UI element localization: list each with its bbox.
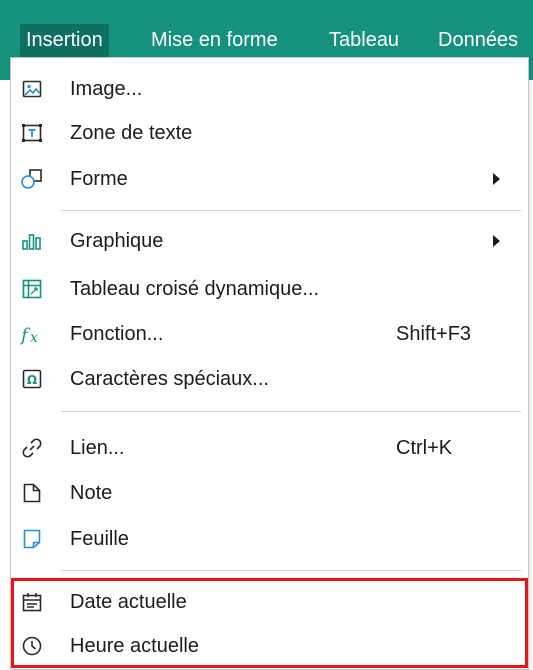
clock-icon xyxy=(20,634,44,658)
menu-separator xyxy=(61,411,521,412)
menu-item-text-box[interactable]: Zone de texte xyxy=(11,110,528,156)
menu-item-current-time[interactable]: Heure actuelle xyxy=(11,623,528,669)
menu-separator xyxy=(61,210,521,211)
menu-item-label: Tableau croisé dynamique... xyxy=(70,278,320,300)
omega-icon: Ω xyxy=(20,367,44,391)
menu-tableau[interactable]: Tableau xyxy=(329,24,399,57)
menu-item-note[interactable]: Note xyxy=(11,470,528,516)
menu-item-label: Heure actuelle xyxy=(70,635,199,657)
shape-icon xyxy=(20,167,44,191)
link-icon xyxy=(20,436,44,460)
menu-item-pivot-table[interactable]: Tableau croisé dynamique... xyxy=(11,266,528,312)
menu-insertion[interactable]: Insertion xyxy=(20,24,109,57)
insertion-dropdown-menu: Image... Zone de texte Forme Graphique T… xyxy=(10,57,529,670)
menu-item-current-date[interactable]: Date actuelle xyxy=(11,579,528,625)
menu-item-image[interactable]: Image... xyxy=(11,66,528,112)
function-icon: f x xyxy=(20,322,44,346)
menu-item-chart[interactable]: Graphique xyxy=(11,218,528,264)
menu-item-sheet[interactable]: Feuille xyxy=(11,516,528,562)
menu-item-label: Image... xyxy=(70,78,143,100)
image-icon xyxy=(20,77,44,101)
sheet-icon xyxy=(20,527,44,551)
menu-item-label: Forme xyxy=(70,168,128,190)
menu-separator xyxy=(61,570,521,571)
submenu-arrow-icon xyxy=(493,235,500,247)
submenu-arrow-icon xyxy=(493,173,500,185)
menu-item-label: Date actuelle xyxy=(70,591,187,613)
menu-item-special-characters[interactable]: Ω Caractères spéciaux... xyxy=(11,356,528,402)
menu-item-function[interactable]: f x Fonction... Shift+F3 xyxy=(11,311,528,357)
note-icon xyxy=(20,481,44,505)
menu-item-shortcut: Ctrl+K xyxy=(396,437,453,459)
menu-item-label: Fonction... xyxy=(70,323,164,345)
chart-icon xyxy=(20,229,44,253)
menu-item-label: Caractères spéciaux... xyxy=(70,368,269,390)
menu-item-label: Lien... xyxy=(70,437,125,459)
text-box-icon xyxy=(20,121,44,145)
pivot-table-icon xyxy=(20,277,44,301)
svg-text:x: x xyxy=(30,330,38,346)
menu-item-label: Graphique xyxy=(70,230,164,252)
menu-item-link[interactable]: Lien... Ctrl+K xyxy=(11,425,528,471)
menu-item-label: Zone de texte xyxy=(70,122,193,144)
menu-item-label: Feuille xyxy=(70,528,129,550)
menu-item-label: Note xyxy=(70,482,113,504)
calendar-icon xyxy=(20,590,44,614)
menu-donnees[interactable]: Données xyxy=(438,24,518,57)
menu-item-shortcut: Shift+F3 xyxy=(396,323,472,345)
menu-mise-en-forme[interactable]: Mise en forme xyxy=(151,24,278,57)
menu-item-shape[interactable]: Forme xyxy=(11,156,528,202)
svg-text:Ω: Ω xyxy=(27,373,37,387)
